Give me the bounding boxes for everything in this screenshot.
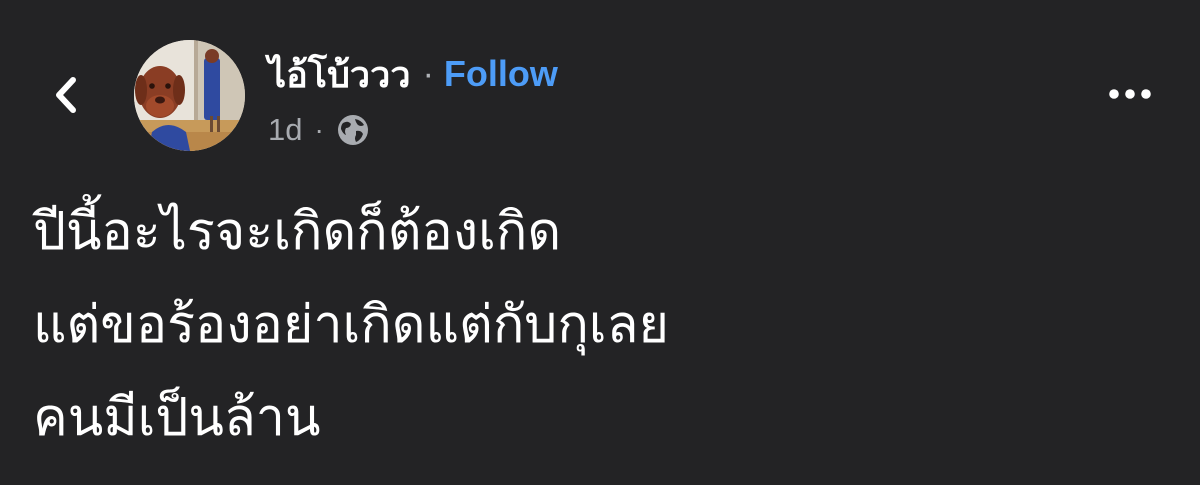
- avatar[interactable]: [134, 40, 245, 151]
- post-text-line: คนมีเป็นล้าน: [33, 388, 321, 448]
- post-timestamp[interactable]: 1d: [268, 112, 302, 148]
- more-options-button[interactable]: [1104, 76, 1156, 112]
- globe-icon: [336, 113, 370, 147]
- chevron-left-icon: [56, 77, 76, 113]
- more-horizontal-icon: [1109, 89, 1151, 99]
- post-text-line: แต่ขอร้องอย่าเกิดแต่กับกุเลย: [33, 295, 669, 355]
- follow-button[interactable]: Follow: [444, 53, 558, 95]
- back-button[interactable]: [44, 70, 88, 120]
- meta-separator-dot: ·: [314, 114, 324, 145]
- post-text-line: ปีนี้อะไรจะเกิดก็ต้องเกิด: [33, 202, 562, 262]
- post-header: ไอ้โบ้ววว · Follow: [268, 50, 558, 98]
- post-text: ปีนี้อะไรจะเกิดก็ต้องเกิด แต่ขอร้องอย่าเ…: [33, 186, 1153, 465]
- separator-dot: ·: [422, 54, 434, 93]
- author-name[interactable]: ไอ้โบ้ววว: [268, 46, 411, 103]
- post-meta: 1d ·: [268, 108, 370, 152]
- avatar-photo: [134, 40, 245, 151]
